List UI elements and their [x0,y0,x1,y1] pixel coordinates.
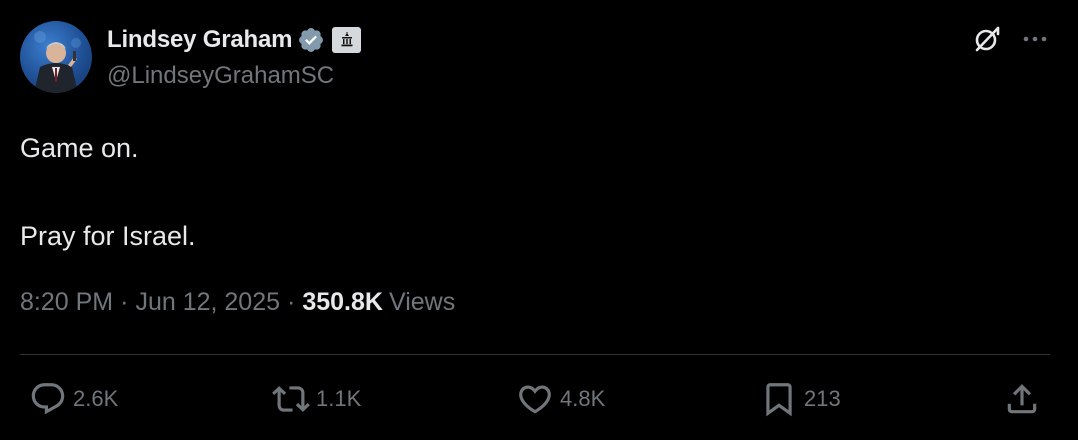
divider [20,354,1050,355]
reply-icon [31,383,65,415]
tweet-card: Lindsey Graham @LindseyGrahamSC Game on.… [0,0,1078,440]
more-icon[interactable] [1020,24,1050,54]
government-building-icon[interactable] [332,27,362,53]
share-icon [1007,384,1037,414]
grok-icon[interactable] [972,24,1002,54]
top-icons [972,24,1050,54]
verified-badge-icon[interactable] [297,26,325,54]
bookmark-button[interactable]: 213 [760,378,841,420]
views-label[interactable]: Views [389,288,455,317]
tweet-date[interactable]: Jun 12, 2025 [135,288,280,317]
reply-count: 2.6K [73,386,119,411]
tweet-text-line: Game on. [20,133,139,163]
reply-button[interactable]: 2.6K [29,378,118,420]
author-name-row: Lindsey Graham [107,24,362,56]
tweet-time[interactable]: 8:20 PM [20,288,113,317]
action-bar: 2.6K 1.1K 4.8K 213 [0,378,1078,420]
like-count: 4.8K [560,386,606,411]
author-handle[interactable]: @LindseyGrahamSC [107,62,334,90]
tweet-text: Game on. Pray for Israel. [20,126,196,258]
tweet-meta: 8:20 PM · Jun 12, 2025 · 350.8K Views [20,288,455,317]
meta-separator: · [287,288,296,316]
share-button[interactable] [1003,378,1041,420]
like-button[interactable]: 4.8K [516,378,605,420]
bookmark-icon [766,383,792,417]
avatar[interactable] [20,21,92,93]
views-count[interactable]: 350.8K [302,288,383,317]
repost-count: 1.1K [316,386,362,411]
meta-separator: · [120,288,129,316]
like-icon [519,385,551,414]
author-display-name[interactable]: Lindsey Graham [107,26,292,54]
repost-button[interactable]: 1.1K [272,378,361,420]
tweet-text-line: Pray for Israel. [20,221,196,251]
bookmark-count: 213 [804,386,841,411]
repost-icon [272,386,310,412]
